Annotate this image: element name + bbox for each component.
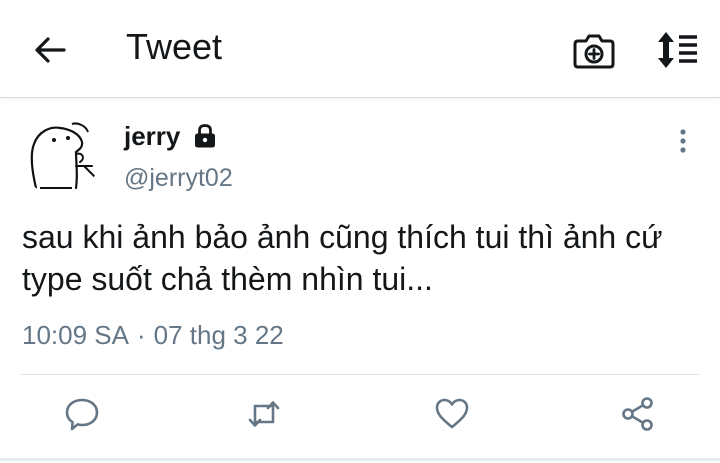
- tweet-date: 07 thg 3 22: [153, 320, 284, 350]
- reply-button[interactable]: [64, 396, 100, 432]
- display-name[interactable]: jerry: [124, 121, 180, 152]
- share-icon: [622, 397, 653, 431]
- like-button[interactable]: [434, 396, 470, 432]
- lock-icon: [192, 123, 218, 149]
- camera-plus-icon: [573, 34, 615, 69]
- section-divider: [0, 458, 720, 461]
- retweet-icon: [248, 401, 280, 427]
- like-icon: [435, 398, 469, 429]
- top-app-bar: Tweet: [0, 0, 720, 98]
- avatar-doodle-icon: [20, 116, 100, 196]
- divider: [20, 374, 700, 375]
- back-button[interactable]: [30, 30, 70, 70]
- avatar[interactable]: [20, 116, 100, 196]
- camera-button[interactable]: [572, 28, 616, 72]
- tweet-timestamp: 10:09 SA · 07 thg 3 22: [22, 320, 284, 351]
- share-button[interactable]: [620, 396, 656, 432]
- sort-list-icon: [658, 32, 697, 68]
- tweet-time: 10:09 SA: [22, 320, 129, 350]
- tweet-text: sau khi ảnh bảo ảnh cũng thích tui thì ả…: [22, 219, 663, 297]
- author-name-row: jerry: [124, 120, 218, 152]
- reply-icon: [65, 398, 99, 431]
- tweet-actions-bar: [0, 396, 720, 436]
- more-options-button[interactable]: [668, 126, 698, 156]
- tweet-detail: jerry @jerryt02 sau khi ảnh bảo ảnh cũng…: [0, 98, 720, 463]
- more-vertical-icon: [680, 129, 686, 153]
- meta-separator: ·: [136, 320, 146, 350]
- sort-button[interactable]: [652, 28, 700, 72]
- retweet-button[interactable]: [246, 396, 282, 432]
- arrow-left-icon: [35, 37, 66, 63]
- user-handle[interactable]: @jerryt02: [124, 164, 233, 193]
- page-title: Tweet: [126, 26, 223, 67]
